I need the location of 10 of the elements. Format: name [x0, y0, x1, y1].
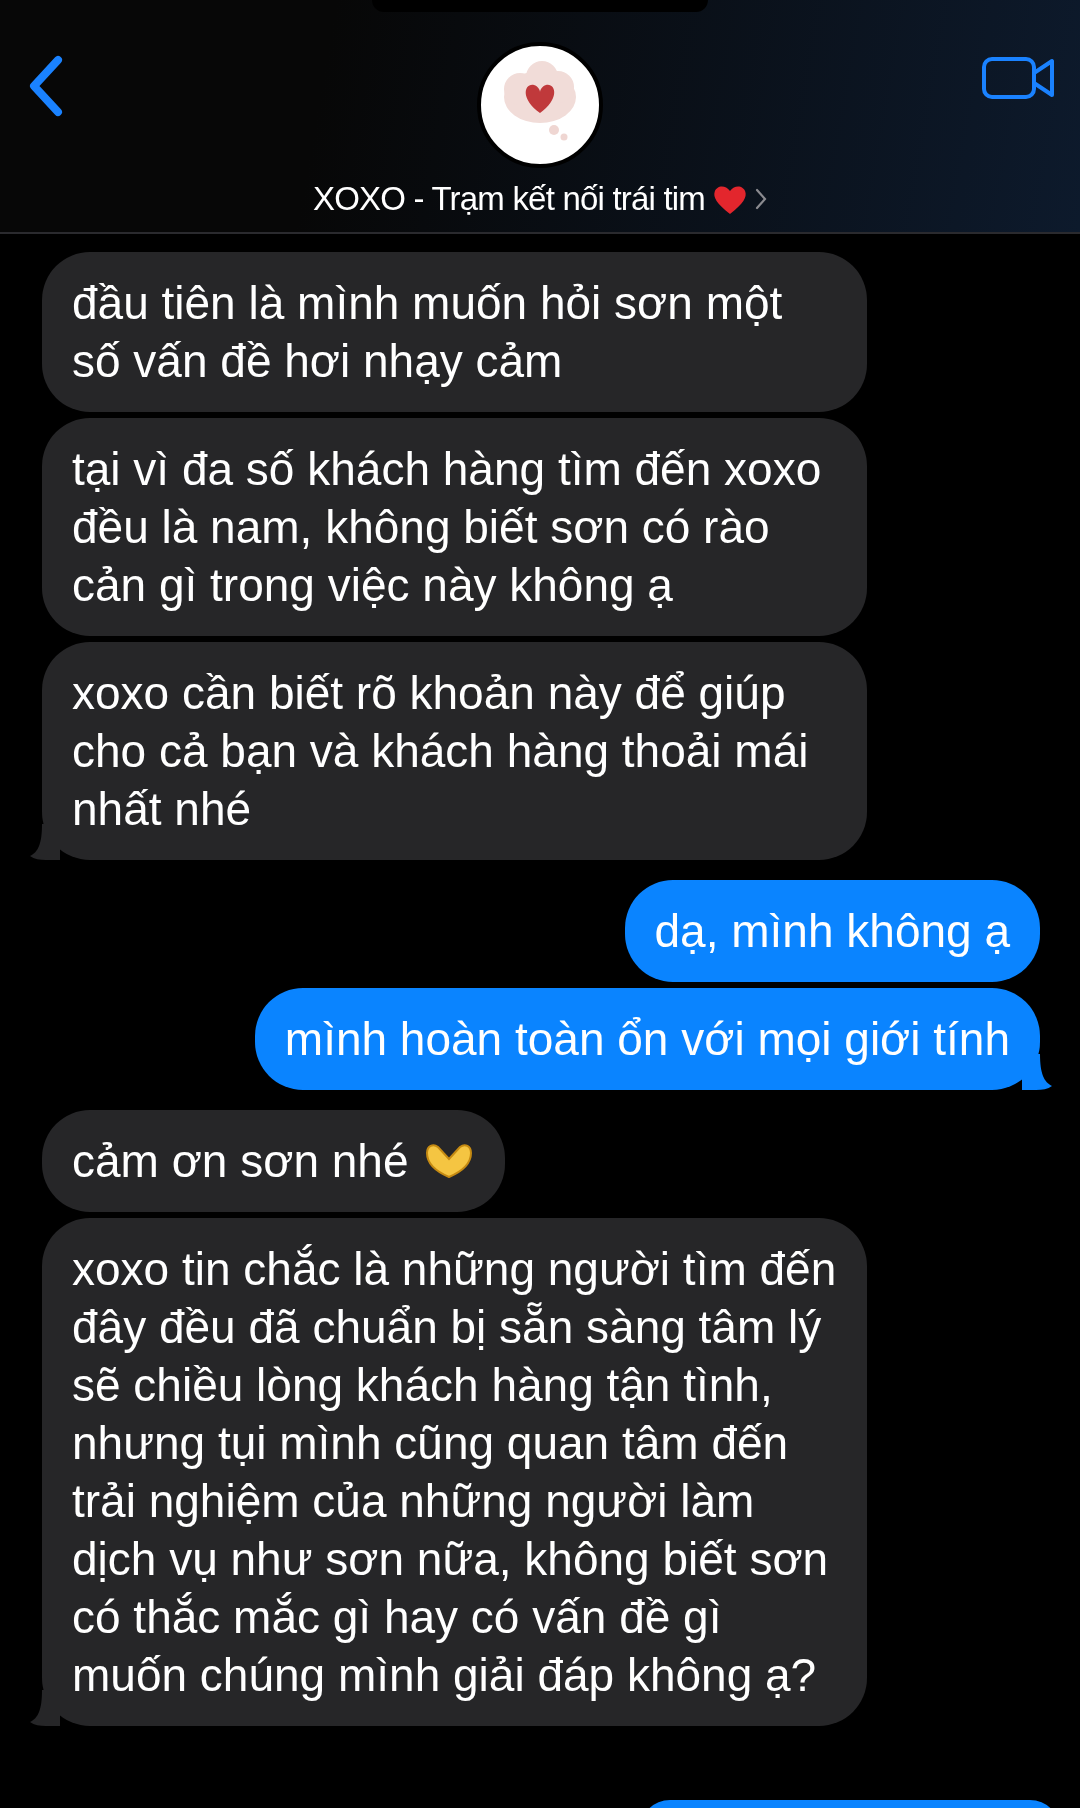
contact-name[interactable]: XOXO - Trạm kết nối trái tim [313, 180, 705, 218]
message-text: đầu tiên là mình muốn hỏi sơn một số vấn đề hơi nhạy cảm [72, 276, 784, 389]
message-text: xoxo cần biết rõ khoản này để giúp cho cả bạn và khách hàng thoải mái nhất nhé [72, 666, 810, 837]
message-text: xoxo tin chắc là những người tìm đến đây đều đã chuẩn bị sẵn sàng tâm lý sẽ chiều lòng khách hàng tận tình, nhưng tụi mình cũng quan tâm đến trải nghiệm của những người làm dịch vụ như sơn nữa, không biết sơn có thắc mắc gì hay có vấn đề gì muốn chúng mình giải đáp không ạ? [72, 1242, 837, 1703]
video-call-icon[interactable] [982, 55, 1056, 101]
chevron-icon[interactable] [755, 188, 767, 210]
message-text: tại vì đa số khách hàng tìm đến xoxo đều là nam, không biết sơn có rào cản gì trong việc này không ạ [72, 442, 823, 613]
message-text: dạ, mình không ạ [654, 904, 1010, 959]
message-text: cảm ơn sơn nhé [72, 1134, 409, 1189]
message-text: mình hoàn toàn ổn với mọi giới tính [284, 1012, 1010, 1067]
